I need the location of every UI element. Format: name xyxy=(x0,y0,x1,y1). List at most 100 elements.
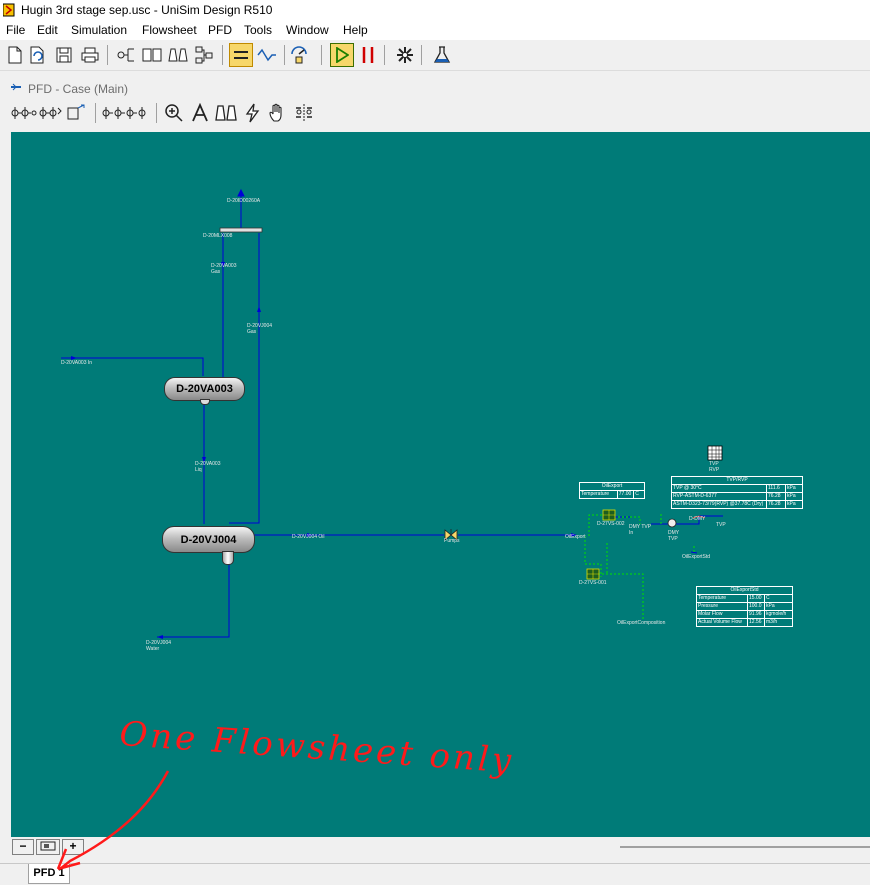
table-oilexport[interactable]: OilExport Temperature 77.00 C xyxy=(579,482,645,499)
hand-pan-icon[interactable] xyxy=(266,101,289,124)
vessel-label: D-20VA003 xyxy=(176,383,233,395)
child-window-title: PFD - Case (Main) xyxy=(28,82,129,96)
stream-label-dmytvp[interactable]: DMY TVP In xyxy=(629,524,651,536)
table-cell: 111.6 xyxy=(766,485,785,492)
app-icon xyxy=(3,3,15,17)
spreadsheet-icon-2 xyxy=(586,568,600,580)
table-cell: Temperature xyxy=(698,595,727,601)
pfd-icon[interactable] xyxy=(229,43,253,67)
flowsheet-icon[interactable] xyxy=(192,43,215,66)
table-title: TVP/RVP xyxy=(726,477,748,483)
zoom-out-button[interactable]: − xyxy=(12,839,34,855)
dmy-label[interactable]: D-DMY xyxy=(689,516,705,522)
snowflake-icon[interactable] xyxy=(393,43,416,66)
mixer-icon xyxy=(219,227,263,233)
menu-pfd[interactable]: PFD xyxy=(208,23,232,37)
lightning-icon[interactable] xyxy=(240,101,263,124)
table-cell: kPa xyxy=(785,493,798,500)
tvp-spreadsheet-icon xyxy=(707,445,723,461)
table-cell: RVP-ASTM-D-6377 xyxy=(673,493,717,499)
print-icon[interactable] xyxy=(78,43,101,66)
auto-position-icon[interactable] xyxy=(38,101,62,124)
table-cell: 76.28 xyxy=(766,493,785,500)
menu-help[interactable]: Help xyxy=(343,23,368,37)
table-cell: 15.00 xyxy=(747,595,764,602)
save-icon[interactable] xyxy=(52,43,75,66)
stream-label-top-gas[interactable]: D-20ID00260A xyxy=(227,198,260,204)
stream-label-gas2[interactable]: D-20VJ004 Gas xyxy=(247,323,272,335)
stream-label-oilexport[interactable]: OilExport xyxy=(565,534,586,540)
table-oilexportstd[interactable]: OilExportStd Temperature 15.00 C Pressure 1… xyxy=(696,586,793,627)
vessel-label: D-20VJ004 xyxy=(180,533,237,546)
stream-label-liq[interactable]: D-20VA003 Liq xyxy=(195,461,220,473)
spreadsheet-label-2[interactable]: D-27VS-001 xyxy=(579,580,607,586)
horizontal-scrollbar[interactable] xyxy=(620,846,870,848)
table-tvprvp[interactable]: TVP/RVP TVP @ 30°C 111.6 kPa RVP-ASTM-D-63… xyxy=(671,476,803,509)
open-book-icon[interactable] xyxy=(140,43,163,66)
table-cell: TVP @ 30°C xyxy=(673,485,702,491)
properties-icon[interactable] xyxy=(290,43,313,66)
run-icon[interactable] xyxy=(330,43,354,67)
menu-simulation[interactable]: Simulation xyxy=(71,23,127,37)
table-cell: m3/h xyxy=(764,619,789,626)
table-cell: 100.0 xyxy=(747,603,764,610)
stream-label-feed[interactable]: D-20VA003 In xyxy=(61,360,92,366)
title-bar: Hugin 3rd stage sep.usc - UniSim Design … xyxy=(0,0,870,21)
mixer-label[interactable]: D-20MLX008 xyxy=(203,233,232,239)
stream-layout-icon[interactable] xyxy=(101,101,151,124)
table-cell: kPa xyxy=(785,485,798,492)
table-title: OilExportStd xyxy=(730,587,759,593)
stream-label-oilexportstd[interactable]: OilExportStd xyxy=(682,554,710,560)
table-cell: Temperature xyxy=(581,491,610,497)
menu-edit[interactable]: Edit xyxy=(37,23,58,37)
attach-mode-icon[interactable] xyxy=(292,101,315,124)
table-cell: Actual Volume Flow xyxy=(698,619,742,625)
table-cell: C xyxy=(764,595,789,602)
stream-label-tvp[interactable]: TVP xyxy=(716,522,726,528)
menu-flowsheet[interactable]: Flowsheet xyxy=(142,23,197,37)
stream-label-oil[interactable]: D-20VJ004 Oil xyxy=(292,534,325,540)
annotation-arrow xyxy=(56,770,170,871)
table-cell: 77.00 xyxy=(616,491,632,498)
menu-window[interactable]: Window xyxy=(286,23,329,37)
vessel-d-20vj004[interactable]: D-20VJ004 xyxy=(162,526,255,553)
flow-icon[interactable] xyxy=(255,43,278,66)
pfd-canvas[interactable]: D-20VA003 D-20VJ004 D-20ID00260A D-20MLX… xyxy=(11,132,870,837)
zoom-icon[interactable] xyxy=(162,101,185,124)
main-toolbar xyxy=(0,40,870,71)
table-cell: C xyxy=(633,491,644,498)
balance-label[interactable]: DMY TVP xyxy=(668,530,679,542)
table-cell: 91.96 xyxy=(747,611,764,618)
binoculars-icon[interactable] xyxy=(166,43,189,66)
find-icon[interactable] xyxy=(214,101,237,124)
valve-label[interactable]: Pumps xyxy=(444,538,460,544)
vessel-d-20va003[interactable]: D-20VA003 xyxy=(164,377,245,401)
vessel-boot xyxy=(200,399,210,405)
pfd-toolbar xyxy=(0,98,870,130)
table-cell: kgmole/h xyxy=(764,611,789,618)
spreadsheet-icon-1 xyxy=(602,509,616,521)
stream-label-gas1[interactable]: D-20VA003 Gas xyxy=(211,263,236,275)
table-title: OilExport xyxy=(601,483,623,489)
menu-bar: File Edit Simulation Flowsheet PFD Tools… xyxy=(0,21,870,40)
menu-file[interactable]: File xyxy=(6,23,25,37)
table-cell: 12.56 xyxy=(747,619,764,626)
window-title: Hugin 3rd stage sep.usc - UniSim Design … xyxy=(21,3,273,17)
fit-view-icon[interactable] xyxy=(64,101,87,124)
pause-icon[interactable] xyxy=(356,43,379,66)
vessel-boot xyxy=(222,551,234,565)
table-cell: ASTM-D323-73/79(RVP) @37.78C (Dry) xyxy=(673,501,764,507)
open-case-icon[interactable] xyxy=(26,43,49,66)
size-mode-icon[interactable] xyxy=(11,101,37,124)
table-cell: Molar Flow xyxy=(698,611,723,617)
table-cell: Pressure xyxy=(698,603,719,609)
spreadsheet-tvp-label[interactable]: TVP RVP xyxy=(709,461,719,473)
menu-tools[interactable]: Tools xyxy=(244,23,272,37)
stream-label-water[interactable]: D-20VJ004 Water xyxy=(146,640,171,652)
text-label-icon[interactable] xyxy=(188,101,211,124)
workbook-icon[interactable] xyxy=(114,43,137,66)
flask-icon[interactable] xyxy=(430,43,453,66)
spreadsheet-label-1[interactable]: D-27VS-002 xyxy=(597,521,625,527)
new-case-icon[interactable] xyxy=(3,43,26,66)
oilexportcomposition-label[interactable]: OilExportComposition xyxy=(617,620,665,626)
